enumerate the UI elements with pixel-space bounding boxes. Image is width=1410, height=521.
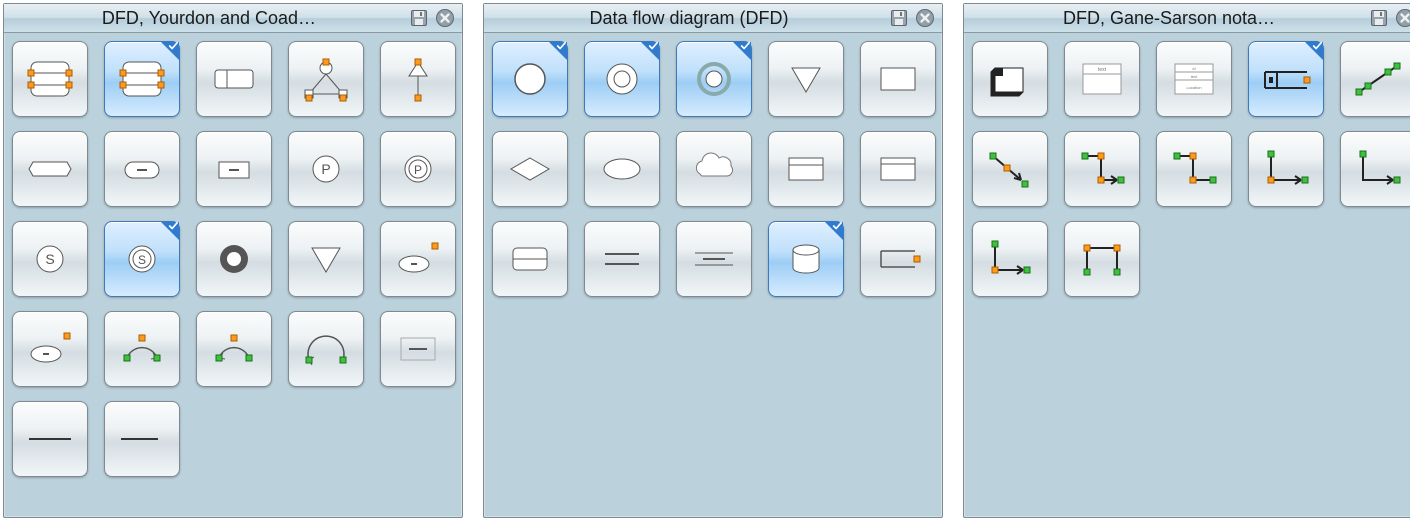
- shape-ring-small[interactable]: [676, 41, 752, 117]
- shape-conn-3[interactable]: [1156, 131, 1232, 207]
- svg-text:S: S: [45, 251, 54, 267]
- shape-state-rounded[interactable]: [12, 131, 88, 207]
- shape-multi-process[interactable]: [288, 41, 364, 117]
- shape-card-2[interactable]: [860, 131, 936, 207]
- svg-text:Location: Location: [1186, 85, 1201, 90]
- shape-conn-4[interactable]: [1248, 131, 1324, 207]
- shape-arc-large[interactable]: [288, 311, 364, 387]
- shape-conn-1[interactable]: [972, 131, 1048, 207]
- shape-class-process[interactable]: [380, 41, 456, 117]
- shape-diamond[interactable]: [492, 131, 568, 207]
- shape-arrow[interactable]: [104, 401, 180, 477]
- shape-process-p[interactable]: P: [288, 131, 364, 207]
- shape-entity-box[interactable]: text: [1064, 41, 1140, 117]
- shape-open-store[interactable]: [860, 221, 936, 297]
- close-icon[interactable]: [1394, 7, 1410, 29]
- shape-data-store-1[interactable]: [12, 41, 88, 117]
- svg-text:S: S: [138, 253, 146, 267]
- shape-data-store-2[interactable]: [104, 41, 180, 117]
- shape-oval-point-2[interactable]: [12, 311, 88, 387]
- shape-connector-diag[interactable]: [1340, 41, 1410, 117]
- panel-body: text id text Location: [964, 33, 1410, 375]
- shape-process-3d[interactable]: [972, 41, 1048, 117]
- panel-header: DFD, Gane-Sarson nota…: [964, 4, 1410, 33]
- shape-arc-ccw[interactable]: [196, 311, 272, 387]
- panel-header: DFD, Yourdon and Coad…: [4, 4, 462, 33]
- panel-gane: DFD, Gane-Sarson nota… text id: [963, 3, 1410, 518]
- shape-circle[interactable]: [492, 41, 568, 117]
- shape-store-1[interactable]: [492, 221, 568, 297]
- shape-database[interactable]: [768, 221, 844, 297]
- panel-yourdon: DFD, Yourdon and Coad…: [3, 3, 463, 518]
- panel-title: Data flow diagram (DFD): [494, 8, 884, 29]
- panel-header: Data flow diagram (DFD): [484, 4, 942, 33]
- svg-text:id: id: [1192, 66, 1195, 71]
- save-icon[interactable]: [408, 7, 430, 29]
- shape-ring[interactable]: [196, 221, 272, 297]
- close-icon[interactable]: [434, 7, 456, 29]
- svg-text:P: P: [414, 163, 422, 177]
- panel-dfd: Data flow diagram (DFD): [483, 3, 943, 518]
- shape-donut[interactable]: [584, 41, 660, 117]
- shape-oval-point[interactable]: [380, 221, 456, 297]
- shape-arc-cw[interactable]: [104, 311, 180, 387]
- shape-down-triangle[interactable]: [288, 221, 364, 297]
- close-icon[interactable]: [914, 7, 936, 29]
- svg-text:P: P: [321, 161, 330, 177]
- shape-ellipse[interactable]: [584, 131, 660, 207]
- shape-data-store-3[interactable]: [196, 41, 272, 117]
- shape-down-triangle[interactable]: [768, 41, 844, 117]
- shape-conn-5[interactable]: [1340, 131, 1410, 207]
- shape-store-2[interactable]: [584, 221, 660, 297]
- shape-card[interactable]: [768, 131, 844, 207]
- shape-process-p-alt[interactable]: P: [380, 131, 456, 207]
- shape-cloud[interactable]: [676, 131, 752, 207]
- panel-body: [484, 33, 942, 375]
- shape-stop-state-s-sel[interactable]: S: [104, 221, 180, 297]
- shape-state-oval[interactable]: [104, 131, 180, 207]
- shape-conn-7[interactable]: [1064, 221, 1140, 297]
- panel-body: P P S S: [4, 33, 462, 517]
- panel-title: DFD, Yourdon and Coad…: [14, 8, 404, 29]
- shape-stop-state-s[interactable]: S: [12, 221, 88, 297]
- save-icon[interactable]: [888, 7, 910, 29]
- svg-text:text: text: [1191, 74, 1198, 79]
- shape-line[interactable]: [12, 401, 88, 477]
- shape-state-rect[interactable]: [196, 131, 272, 207]
- shape-conn-6[interactable]: [972, 221, 1048, 297]
- shape-entity-box-2[interactable]: id text Location: [1156, 41, 1232, 117]
- shape-dash-rect[interactable]: [380, 311, 456, 387]
- shape-store-3[interactable]: [676, 221, 752, 297]
- svg-text:text: text: [1098, 67, 1107, 73]
- shape-rect[interactable]: [860, 41, 936, 117]
- shape-data-store-gs[interactable]: [1248, 41, 1324, 117]
- panel-title: DFD, Gane-Sarson nota…: [974, 8, 1364, 29]
- save-icon[interactable]: [1368, 7, 1390, 29]
- shape-conn-2[interactable]: [1064, 131, 1140, 207]
